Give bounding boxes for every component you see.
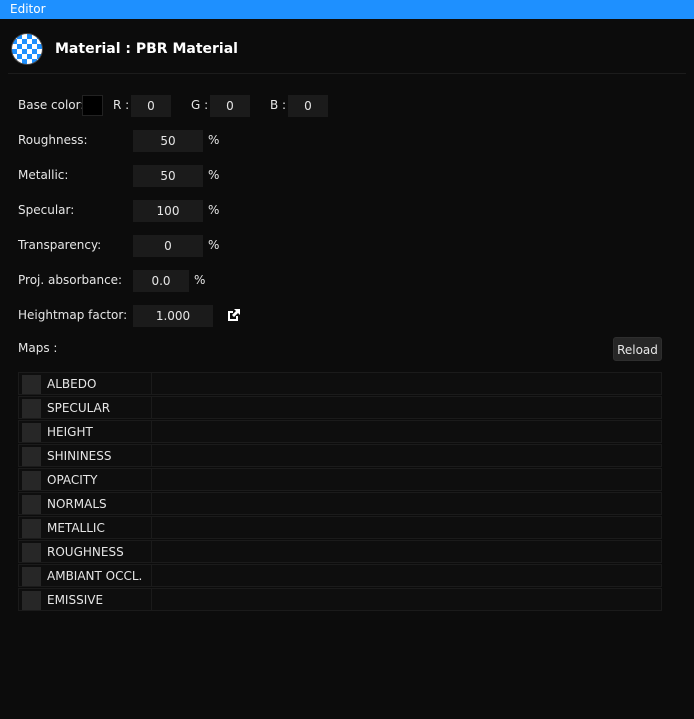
roughness-unit: % [208,133,220,147]
maps-label: Maps : [18,341,58,355]
specular-input[interactable]: 100 [133,200,203,222]
heightmap-factor-input[interactable]: 1.000 [133,305,213,327]
map-thumbnail[interactable] [22,519,41,538]
map-column-divider [151,397,152,418]
material-title: Material : PBR Material [55,41,238,57]
specular-unit: % [208,203,220,217]
map-column-divider [151,517,152,538]
map-thumbnail[interactable] [22,591,41,610]
map-row-albedo[interactable]: ALBEDO [18,372,662,395]
map-column-divider [151,493,152,514]
map-column-divider [151,445,152,466]
base-color-swatch[interactable] [83,96,102,115]
map-row-opacity[interactable]: OPACITY [18,468,662,491]
header-divider [8,73,686,74]
red-input[interactable]: 0 [131,95,171,117]
transparency-input[interactable]: 0 [133,235,203,257]
map-thumbnail[interactable] [22,471,41,490]
map-name: METALLIC [47,521,105,535]
external-link-icon[interactable] [226,308,241,323]
base-color-label: Base color: [18,98,85,112]
green-label: G : [191,98,209,112]
blue-label: B : [270,98,287,112]
map-name: ROUGHNESS [47,545,124,559]
transparency-unit: % [208,238,220,252]
specular-label: Specular: [18,203,75,217]
maps-list: ALBEDO SPECULAR HEIGHT SHININESS OPACITY… [18,372,662,612]
blue-input[interactable]: 0 [288,95,328,117]
map-row-normals[interactable]: NORMALS [18,492,662,515]
map-thumbnail[interactable] [22,543,41,562]
map-column-divider [151,589,152,610]
map-thumbnail[interactable] [22,447,41,466]
metallic-label: Metallic: [18,168,69,182]
map-name: NORMALS [47,497,107,511]
map-row-metallic[interactable]: METALLIC [18,516,662,539]
map-name: ALBEDO [47,377,97,391]
map-name: SPECULAR [47,401,111,415]
map-row-roughness[interactable]: ROUGHNESS [18,540,662,563]
map-column-divider [151,373,152,394]
proj-absorbance-unit: % [194,273,206,287]
map-column-divider [151,469,152,490]
map-name: EMISSIVE [47,593,104,607]
transparency-label: Transparency: [18,238,102,252]
heightmap-factor-label: Heightmap factor: [18,308,128,322]
green-input[interactable]: 0 [210,95,250,117]
map-column-divider [151,421,152,442]
metallic-input[interactable]: 50 [133,165,203,187]
window-title-bar: Editor [0,0,694,19]
map-column-divider [151,565,152,586]
map-column-divider [151,541,152,562]
map-thumbnail[interactable] [22,423,41,442]
metallic-unit: % [208,168,220,182]
map-name: HEIGHT [47,425,93,439]
window-title: Editor [10,2,46,16]
map-row-shininess[interactable]: SHININESS [18,444,662,467]
map-thumbnail[interactable] [22,495,41,514]
red-label: R : [113,98,130,112]
map-thumbnail[interactable] [22,567,41,586]
map-row-ambiant-occlusion[interactable]: AMBIANT OCCL. [18,564,662,587]
material-sphere-icon [12,34,42,64]
map-row-specular[interactable]: SPECULAR [18,396,662,419]
map-thumbnail[interactable] [22,399,41,418]
map-name: OPACITY [47,473,98,487]
proj-absorbance-input[interactable]: 0.0 [133,270,189,292]
map-name: SHININESS [47,449,112,463]
proj-absorbance-label: Proj. absorbance: [18,273,123,287]
roughness-label: Roughness: [18,133,88,147]
material-header: Material : PBR Material [12,34,238,64]
map-row-emissive[interactable]: EMISSIVE [18,588,662,611]
map-row-height[interactable]: HEIGHT [18,420,662,443]
reload-button[interactable]: Reload [613,337,662,361]
map-name: AMBIANT OCCL. [47,569,143,583]
map-thumbnail[interactable] [22,375,41,394]
roughness-input[interactable]: 50 [133,130,203,152]
